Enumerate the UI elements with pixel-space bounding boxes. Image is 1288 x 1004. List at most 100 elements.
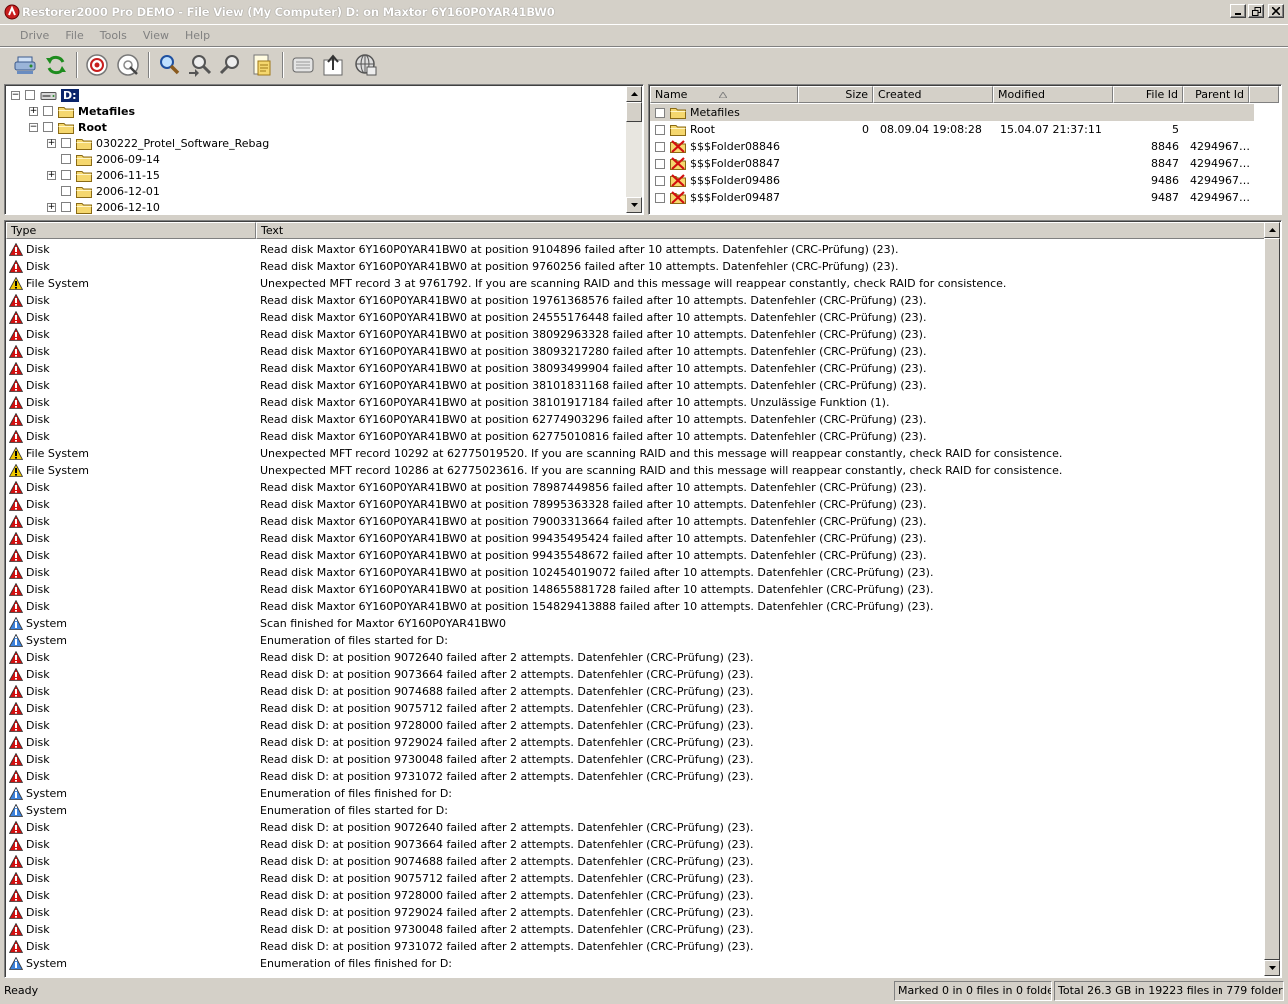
tree-checkbox[interactable] <box>61 202 71 212</box>
log-row[interactable]: Disk Read disk Maxtor 6Y160P0YAR41BW0 at … <box>6 411 926 428</box>
log-row[interactable]: Disk Read disk Maxtor 6Y160P0YAR41BW0 at … <box>6 241 898 258</box>
log-row[interactable]: Disk Read disk Maxtor 6Y160P0YAR41BW0 at … <box>6 326 926 343</box>
menu-drive[interactable]: Drive <box>12 29 57 42</box>
log-row[interactable]: Disk Read disk Maxtor 6Y160P0YAR41BW0 at … <box>6 309 926 326</box>
log-row[interactable]: Disk Read disk Maxtor 6Y160P0YAR41BW0 at … <box>6 598 933 615</box>
tree-root-label[interactable]: D: <box>61 88 79 102</box>
tree-root[interactable]: − D: <box>11 87 79 103</box>
log-row[interactable]: Disk Read disk D: at position 9729024 fai… <box>6 904 753 921</box>
stop-scan-button[interactable] <box>82 50 112 80</box>
collapse-icon[interactable]: − <box>11 90 20 100</box>
log-row[interactable]: Disk Read disk Maxtor 6Y160P0YAR41BW0 at … <box>6 428 926 445</box>
log-list[interactable]: Type Text Disk Read disk Maxtor 6Y160P0YA… <box>4 220 1282 978</box>
log-row[interactable]: Disk Read disk Maxtor 6Y160P0YAR41BW0 at … <box>6 360 926 377</box>
tree-checkbox[interactable] <box>25 90 35 100</box>
file-row[interactable]: $$$Folder08847 8847 4294967… <box>650 155 1254 172</box>
log-row[interactable]: File System Unexpected MFT record 10286 a… <box>6 462 1062 479</box>
close-button[interactable] <box>1268 4 1284 18</box>
log-row[interactable]: Disk Read disk Maxtor 6Y160P0YAR41BW0 at … <box>6 258 898 275</box>
refresh-button[interactable] <box>41 50 71 80</box>
file-checkbox[interactable] <box>655 141 665 152</box>
log-row[interactable]: Disk Read disk Maxtor 6Y160P0YAR41BW0 at … <box>6 581 933 598</box>
tree-item[interactable]: +2006-12-10 <box>47 199 160 214</box>
log-row[interactable]: Disk Read disk D: at position 9073664 fai… <box>6 836 753 853</box>
tree-item[interactable]: − Root <box>29 119 107 135</box>
scroll-up-button[interactable] <box>626 86 642 102</box>
tree-checkbox[interactable] <box>61 186 71 196</box>
log-row[interactable]: Disk Read disk Maxtor 6Y160P0YAR41BW0 at … <box>6 564 933 581</box>
find-button[interactable] <box>154 50 184 80</box>
log-scrollbar[interactable] <box>1264 222 1280 976</box>
expand-icon[interactable]: + <box>47 138 56 148</box>
tree-checkbox[interactable] <box>43 106 53 116</box>
folder-tree[interactable]: − D: + Metafiles − Root +030222_Protel_Softw… <box>4 84 644 215</box>
tree-checkbox[interactable] <box>61 170 71 180</box>
log-row[interactable]: Disk Read disk Maxtor 6Y160P0YAR41BW0 at … <box>6 343 926 360</box>
collapse-icon[interactable]: − <box>29 122 38 132</box>
log-row[interactable]: System Enumeration of files started for D… <box>6 802 448 819</box>
scroll-thumb[interactable] <box>626 102 642 122</box>
log-row[interactable]: File System Unexpected MFT record 10292 a… <box>6 445 1062 462</box>
column-header-modified[interactable]: Modified <box>993 86 1113 103</box>
find-previous-button[interactable] <box>216 50 246 80</box>
title-bar[interactable]: Restorer2000 Pro DEMO - File View (My Co… <box>0 0 1288 24</box>
log-row[interactable]: Disk Read disk D: at position 9730048 fai… <box>6 921 753 938</box>
log-row[interactable]: Disk Read disk D: at position 9728000 fai… <box>6 887 753 904</box>
log-row[interactable]: Disk Read disk D: at position 9075712 fai… <box>6 700 753 717</box>
column-header-size[interactable]: Size <box>798 86 873 103</box>
recover-disk-button[interactable] <box>288 50 318 80</box>
menu-help[interactable]: Help <box>177 29 218 42</box>
menu-view[interactable]: View <box>135 29 177 42</box>
log-row[interactable]: System Enumeration of files started for D… <box>6 632 448 649</box>
log-row[interactable]: System Enumeration of files finished for … <box>6 955 452 972</box>
scroll-up-button[interactable] <box>1264 222 1280 238</box>
log-row[interactable]: Disk Read disk D: at position 9730048 fai… <box>6 751 753 768</box>
tree-checkbox[interactable] <box>43 122 53 132</box>
file-checkbox[interactable] <box>655 192 665 203</box>
file-row[interactable]: $$$Folder09487 9487 4294967… <box>650 189 1254 206</box>
tree-item[interactable]: 2006-09-14 <box>47 151 160 167</box>
minimize-button[interactable] <box>1230 4 1246 18</box>
scroll-down-button[interactable] <box>626 197 642 213</box>
log-row[interactable]: Disk Read disk D: at position 9074688 fai… <box>6 853 753 870</box>
log-row[interactable]: Disk Read disk Maxtor 6Y160P0YAR41BW0 at … <box>6 530 926 547</box>
menu-file[interactable]: File <box>57 29 91 42</box>
drive-button[interactable] <box>10 50 40 80</box>
log-row[interactable]: Disk Read disk D: at position 9731072 fai… <box>6 938 753 955</box>
log-row[interactable]: Disk Read disk D: at position 9074688 fai… <box>6 683 753 700</box>
column-header-type[interactable]: Type <box>6 222 256 239</box>
restore-button[interactable] <box>1248 4 1264 18</box>
tree-item[interactable]: +2006-11-15 <box>47 167 160 183</box>
log-row[interactable]: Disk Read disk D: at position 9729024 fai… <box>6 734 753 751</box>
file-checkbox[interactable] <box>655 175 665 186</box>
log-row[interactable]: Disk Read disk Maxtor 6Y160P0YAR41BW0 at … <box>6 479 926 496</box>
log-row[interactable]: Disk Read disk Maxtor 6Y160P0YAR41BW0 at … <box>6 547 926 564</box>
file-properties-button[interactable] <box>247 50 277 80</box>
log-row[interactable]: Disk Read disk D: at position 9728000 fai… <box>6 717 753 734</box>
expand-icon[interactable]: + <box>47 170 56 180</box>
file-checkbox[interactable] <box>655 107 665 118</box>
log-row[interactable]: File System Unexpected MFT record 3 at 97… <box>6 275 1006 292</box>
file-list[interactable]: Name Size Created Modified File Id Paren… <box>648 84 1282 215</box>
column-header-name[interactable]: Name <box>650 86 798 103</box>
network-button[interactable] <box>350 50 380 80</box>
column-header-parent-id[interactable]: Parent Id <box>1183 86 1249 103</box>
file-checkbox[interactable] <box>655 124 665 135</box>
file-row[interactable]: Metafiles <box>650 104 1254 121</box>
log-row[interactable]: Disk Read disk Maxtor 6Y160P0YAR41BW0 at … <box>6 496 926 513</box>
tree-scrollbar[interactable] <box>626 86 642 213</box>
log-row[interactable]: Disk Read disk D: at position 9072640 fai… <box>6 649 753 666</box>
expand-icon[interactable]: + <box>29 106 38 116</box>
tree-item[interactable]: 2006-12-01 <box>47 183 160 199</box>
tree-checkbox[interactable] <box>61 138 71 148</box>
column-header-file-id[interactable]: File Id <box>1113 86 1183 103</box>
scroll-down-button[interactable] <box>1264 960 1280 976</box>
log-row[interactable]: Disk Read disk D: at position 9731072 fai… <box>6 768 753 785</box>
column-header-created[interactable]: Created <box>873 86 993 103</box>
log-row[interactable]: Disk Read disk Maxtor 6Y160P0YAR41BW0 at … <box>6 513 926 530</box>
find-next-button[interactable] <box>185 50 215 80</box>
menu-tools[interactable]: Tools <box>92 29 135 42</box>
log-row[interactable]: System Scan finished for Maxtor 6Y160P0YA… <box>6 615 506 632</box>
tree-checkbox[interactable] <box>61 154 71 164</box>
recover-button[interactable] <box>319 50 349 80</box>
